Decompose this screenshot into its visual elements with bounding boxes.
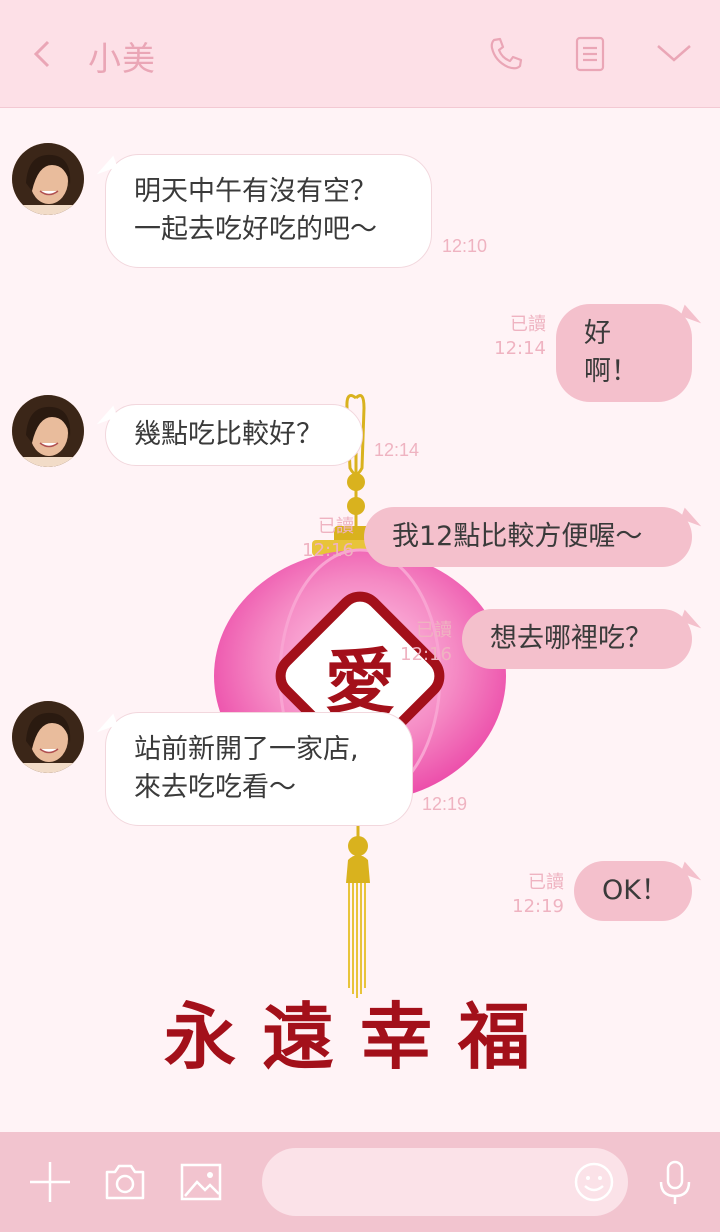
message-line: 幾點吃比較好？: [134, 419, 323, 450]
message-bubble-received[interactable]: 站前新開了一家店, 來去吃吃看～: [105, 712, 413, 826]
message-time: 12:14: [374, 440, 420, 460]
chat-title: 小美: [88, 39, 156, 78]
message-line: 來去吃吃看～: [134, 772, 296, 803]
blessing-caption: 永遠幸福: [163, 994, 556, 1079]
plus-icon[interactable]: [26, 1158, 74, 1206]
microphone-icon[interactable]: [651, 1158, 699, 1206]
message-time: 12:10: [442, 236, 488, 256]
image-icon[interactable]: [177, 1158, 225, 1206]
avatar[interactable]: [12, 395, 84, 467]
message-time: 12:14: [494, 338, 546, 359]
input-bar: [0, 1132, 720, 1232]
message-line: 站前新開了一家店,: [134, 734, 359, 765]
message-bubble-received[interactable]: 明天中午有沒有空？ 一起去吃好吃的吧～: [105, 154, 432, 268]
phone-icon[interactable]: [486, 34, 526, 74]
message-bubble-sent[interactable]: 我12點比較方便喔～: [364, 507, 692, 567]
document-icon[interactable]: [570, 34, 610, 74]
camera-icon[interactable]: [101, 1158, 149, 1206]
read-receipt: 已讀: [318, 516, 354, 537]
avatar-image: [12, 395, 84, 467]
message-time: 12:19: [422, 794, 468, 814]
read-receipt: 已讀: [528, 872, 564, 893]
avatar[interactable]: [12, 701, 84, 773]
avatar-image: [12, 701, 84, 773]
smiley-icon[interactable]: [570, 1158, 618, 1206]
chat-area[interactable]: 愛 永遠幸福 明天中午有沒有空？ 一起去吃好吃的吧～ 12:10 已讀 12:1…: [0, 108, 720, 1132]
message-time: 12:16: [302, 540, 354, 561]
message-time: 12:16: [400, 644, 452, 665]
chat-header: 小美: [0, 0, 720, 108]
message-line: 明天中午有沒有空？: [134, 176, 377, 207]
read-receipt: 已讀: [416, 620, 452, 641]
chevron-down-icon[interactable]: [654, 34, 694, 74]
message-bubble-sent[interactable]: 好啊！: [556, 304, 692, 402]
read-receipt: 已讀: [510, 314, 546, 335]
message-bubble-sent[interactable]: 想去哪裡吃？: [462, 609, 692, 669]
chevron-left-icon[interactable]: [28, 36, 58, 72]
message-time: 12:19: [512, 896, 564, 917]
message-bubble-sent[interactable]: OK！: [574, 861, 692, 921]
avatar-image: [12, 143, 84, 215]
avatar[interactable]: [12, 143, 84, 215]
lantern-char: 愛: [325, 640, 395, 723]
message-line: 一起去吃好吃的吧～: [134, 214, 377, 245]
message-bubble-received[interactable]: 幾點吃比較好？: [105, 404, 363, 466]
